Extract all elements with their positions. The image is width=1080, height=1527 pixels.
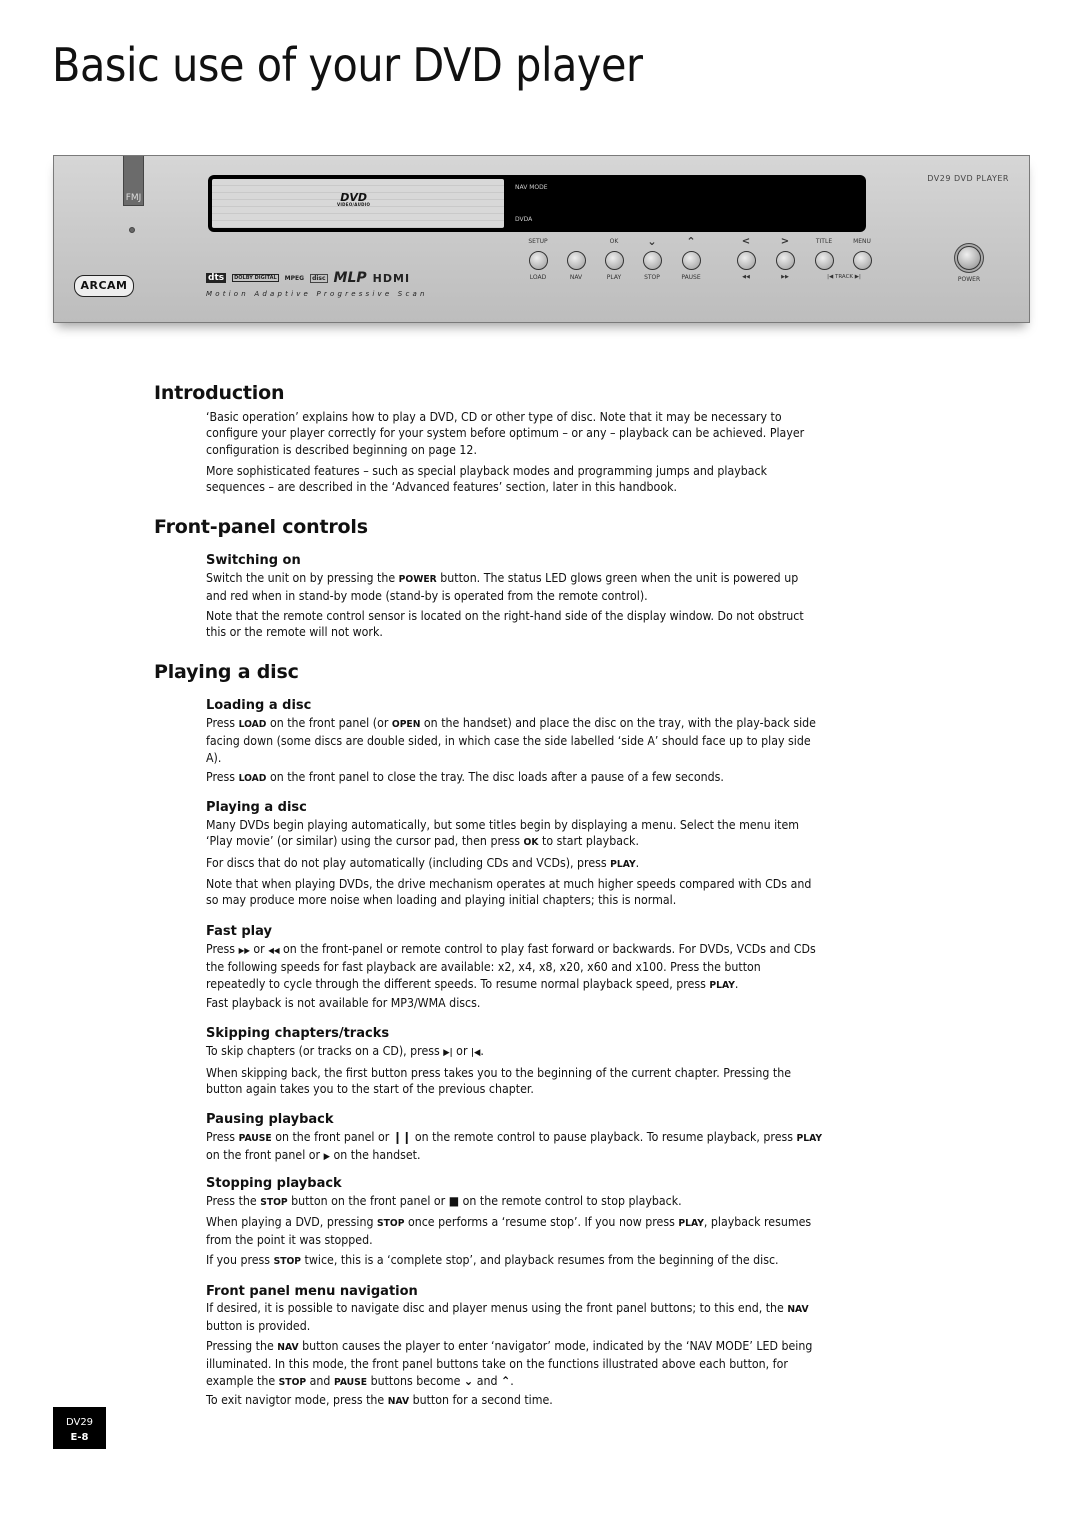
skip-next-icon: ▶| — [443, 1048, 453, 1058]
menu-track-next-button[interactable]: MENU — [842, 236, 882, 274]
navigation-paragraph-3: To exit navigtor mode, press the NAV but… — [206, 1393, 553, 1407]
power-button[interactable]: POWER — [949, 246, 989, 283]
intro-paragraph-1: ‘Basic operation’ explains how to play a… — [206, 410, 805, 457]
left-rewind-button[interactable]: < ◀◀ — [726, 236, 766, 280]
chevron-down-icon: ⌄ — [463, 1373, 474, 1388]
heading-loading-a-disc: Loading a disc — [206, 698, 312, 713]
heading-pausing: Pausing playback — [206, 1112, 334, 1127]
heading-stopping: Stopping playback — [206, 1176, 342, 1191]
page-title: Basic use of your DVD player — [52, 38, 643, 92]
dolby-logo: DOLBY DIGITAL — [232, 274, 279, 282]
dvd-player-front-panel: FMJ ARCAM DVD VIDEO/AUDIO NAV MODE DVDA … — [53, 155, 1030, 323]
ok-play-button[interactable]: OK PLAY — [594, 236, 634, 281]
right-fastforward-button[interactable]: > ▶▶ — [765, 236, 805, 280]
page-number: E-8 — [70, 1432, 89, 1443]
fast-forward-icon: ▶▶ — [238, 946, 250, 955]
display-window: DVD VIDEO/AUDIO NAV MODE DVDA — [208, 175, 866, 232]
dvda-indicator: DVDA — [515, 216, 533, 223]
chevron-up-icon: ⌃ — [500, 1373, 511, 1388]
fmj-badge: FMJ — [123, 156, 144, 206]
track-skip-label: |◀ TRACK ▶| — [827, 274, 861, 280]
playing-paragraph-1: Many DVDs begin playing automatically, b… — [206, 818, 800, 849]
chevron-down-icon: ⌄ — [647, 235, 657, 248]
mpeg-logo: MPEG — [284, 274, 305, 282]
fast-forward-icon: ▶▶ — [781, 274, 789, 280]
heading-playing-a-disc: Playing a disc — [154, 661, 299, 683]
title-track-prev-button[interactable]: TITLE |◀ TRACK ▶| — [804, 236, 861, 280]
status-led-icon — [129, 227, 135, 233]
down-stop-button[interactable]: ⌄ STOP — [632, 236, 672, 281]
dvd-logo: DVD VIDEO/AUDIO — [337, 192, 370, 207]
power-circle-icon[interactable] — [957, 246, 981, 270]
up-pause-button[interactable]: ⌃ PAUSE — [671, 235, 711, 282]
loading-paragraph-1: Press LOAD on the front panel (or OPEN o… — [206, 716, 816, 765]
heading-playing-a-disc-sub: Playing a disc — [206, 800, 307, 815]
button-circle-icon[interactable] — [736, 251, 756, 270]
navigation-paragraph-2: Pressing the NAV button causes the playe… — [206, 1339, 813, 1388]
rewind-icon: ◀◀ — [742, 274, 750, 280]
skipping-paragraph-2: When skipping back, the first button pre… — [206, 1066, 792, 1097]
pausing-paragraph-1: Press PAUSE on the front panel or ❙❙ on … — [206, 1130, 823, 1163]
stopping-paragraph-2: When playing a DVD, pressing STOP once p… — [206, 1215, 812, 1248]
model-label: DV29 DVD PLAYER — [927, 174, 1009, 183]
nav-mode-indicator: NAV MODE — [515, 184, 548, 191]
disc-tray: DVD VIDEO/AUDIO — [212, 179, 504, 228]
nav-button[interactable]: NAV — [556, 236, 596, 281]
stopping-paragraph-1: Press the STOP button on the front panel… — [206, 1194, 682, 1208]
switching-on-paragraph-2: Note that the remote control sensor is l… — [206, 609, 804, 640]
setup-load-button[interactable]: SETUP LOAD — [518, 236, 558, 281]
playing-paragraph-2: For discs that do not play automatically… — [206, 856, 640, 870]
button-circle-icon[interactable] — [681, 251, 701, 270]
button-circle-icon[interactable] — [775, 251, 795, 270]
heading-skipping: Skipping chapters/tracks — [206, 1026, 390, 1041]
hdmi-logo: HDMI — [372, 271, 411, 285]
navigation-paragraph-1: If desired, it is possible to navigate d… — [206, 1301, 809, 1334]
button-circle-icon[interactable] — [566, 251, 586, 270]
heading-introduction: Introduction — [154, 382, 285, 404]
fast-play-paragraph-1: Press ▶▶ or ◀◀ on the front-panel or rem… — [206, 942, 816, 991]
intro-paragraph-2: More sophisticated features – such as sp… — [206, 464, 768, 495]
button-circle-icon[interactable] — [852, 251, 872, 270]
heading-switching-on: Switching on — [206, 553, 301, 568]
button-circle-icon[interactable] — [604, 251, 624, 270]
tagline: Motion Adaptive Progressive Scan — [206, 290, 428, 298]
playing-paragraph-3: Note that when playing DVDs, the drive m… — [206, 877, 812, 908]
dts-logo: dts — [206, 273, 227, 283]
loading-paragraph-2: Press LOAD on the front panel to close t… — [206, 770, 724, 784]
dvd-logo-sub: VIDEO/AUDIO — [337, 202, 371, 207]
stopping-paragraph-3: If you press STOP twice, this is a ‘comp… — [206, 1253, 779, 1267]
skip-previous-icon: |◀ — [470, 1048, 481, 1058]
footer-model: DV29 — [65, 1417, 94, 1428]
button-circle-icon[interactable] — [528, 251, 548, 270]
skipping-paragraph-1: To skip chapters (or tracks on a CD), pr… — [206, 1044, 484, 1058]
button-circle-icon[interactable] — [814, 251, 834, 270]
chevron-up-icon: ⌃ — [686, 235, 696, 248]
page-badge: DV29 E-8 — [53, 1407, 106, 1449]
compact-disc-logo: disc — [310, 273, 328, 283]
button-circle-icon[interactable] — [642, 251, 662, 270]
chevron-left-icon: < — [741, 236, 751, 247]
arcam-logo: ARCAM — [74, 275, 134, 297]
format-logos: dts DOLBY DIGITAL MPEG disc MLP HDMI — [206, 268, 436, 288]
pause-icon: ❙❙ — [392, 1130, 412, 1144]
heading-menu-navigation: Front panel menu navigation — [206, 1284, 418, 1299]
switching-on-paragraph-1: Switch the unit on by pressing the POWER… — [206, 571, 799, 604]
chevron-right-icon: > — [780, 236, 790, 247]
rewind-icon: ◀◀ — [268, 946, 280, 955]
heading-front-panel-controls: Front-panel controls — [154, 516, 368, 538]
stop-icon: ■ — [448, 1194, 460, 1208]
mlp-logo: MLP — [333, 270, 367, 286]
heading-fast-play: Fast play — [206, 924, 272, 939]
fast-play-paragraph-2: Fast playback is not available for MP3/W… — [206, 996, 481, 1010]
